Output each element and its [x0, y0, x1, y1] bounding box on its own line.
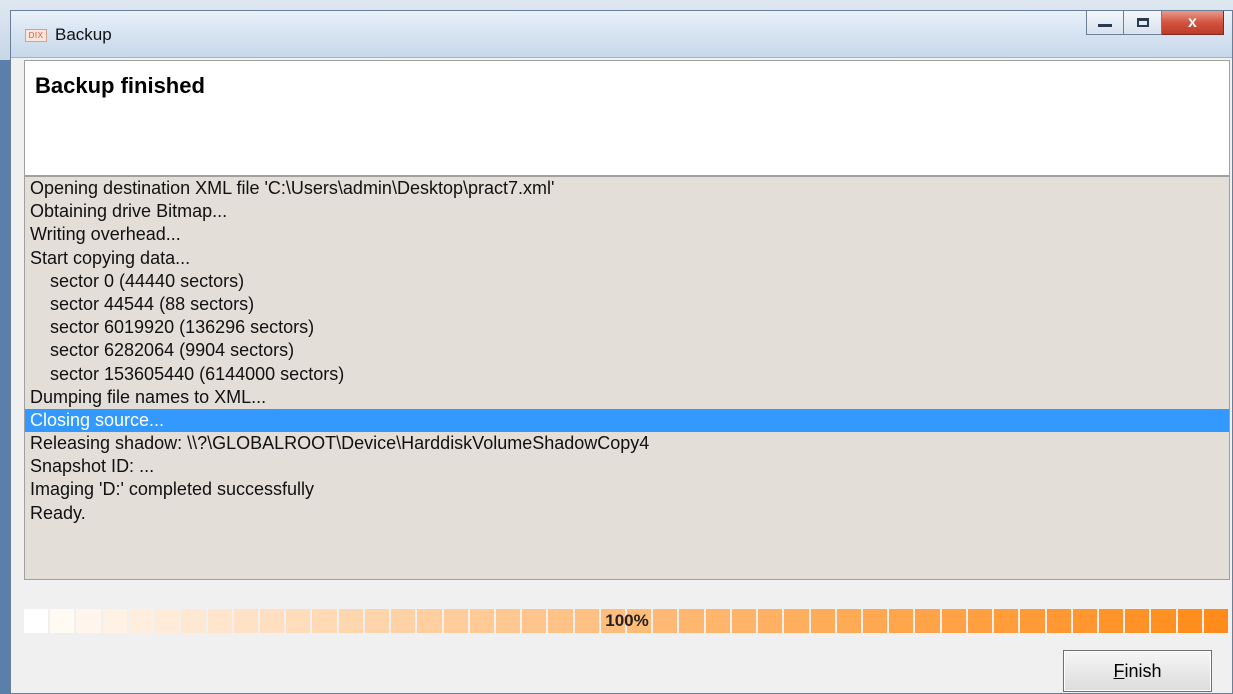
window-controls: x: [1086, 11, 1224, 39]
minimize-button[interactable]: [1086, 11, 1124, 35]
page-title: Backup finished: [35, 73, 205, 98]
log-line[interactable]: sector 6019920 (136296 sectors): [25, 316, 1229, 339]
log-line[interactable]: sector 0 (44440 sectors): [25, 270, 1229, 293]
progress-bar: 100%: [24, 609, 1230, 633]
log-line[interactable]: sector 6282064 (9904 sectors): [25, 339, 1229, 362]
maximize-icon: [1136, 18, 1149, 27]
backup-window: DIX Backup x Backup finished Opening des…: [10, 10, 1233, 694]
log-line[interactable]: Imaging 'D:' completed successfully: [25, 478, 1229, 501]
maximize-button[interactable]: [1124, 11, 1162, 35]
log-line[interactable]: Dumping file names to XML...: [25, 386, 1229, 409]
log-line[interactable]: sector 153605440 (6144000 sectors): [25, 363, 1229, 386]
log-list[interactable]: Opening destination XML file 'C:\Users\a…: [24, 176, 1230, 580]
close-button[interactable]: x: [1162, 11, 1224, 35]
close-icon: x: [1188, 13, 1197, 31]
log-line[interactable]: Obtaining drive Bitmap...: [25, 200, 1229, 223]
minimize-icon: [1098, 24, 1112, 27]
finish-mnemonic: F: [1113, 661, 1125, 681]
log-line[interactable]: Start copying data...: [25, 247, 1229, 270]
app-icon: DIX: [25, 29, 47, 42]
log-line-selected[interactable]: Closing source...: [25, 408, 1229, 433]
header-panel: Backup finished: [24, 60, 1230, 176]
log-line[interactable]: Opening destination XML file 'C:\Users\a…: [25, 177, 1229, 200]
log-line[interactable]: Writing overhead...: [25, 223, 1229, 246]
window-title: Backup: [55, 25, 112, 44]
log-line[interactable]: sector 44544 (88 sectors): [25, 293, 1229, 316]
log-line[interactable]: Ready.: [25, 502, 1229, 525]
progress-label: 100%: [605, 611, 649, 630]
log-line[interactable]: Releasing shadow: \\?\GLOBALROOT\Device\…: [25, 432, 1229, 455]
title-bar[interactable]: DIX Backup x: [11, 11, 1232, 58]
finish-label: inish: [1124, 661, 1162, 681]
finish-button[interactable]: Finish: [1063, 650, 1212, 692]
log-line[interactable]: Snapshot ID: ...: [25, 455, 1229, 478]
